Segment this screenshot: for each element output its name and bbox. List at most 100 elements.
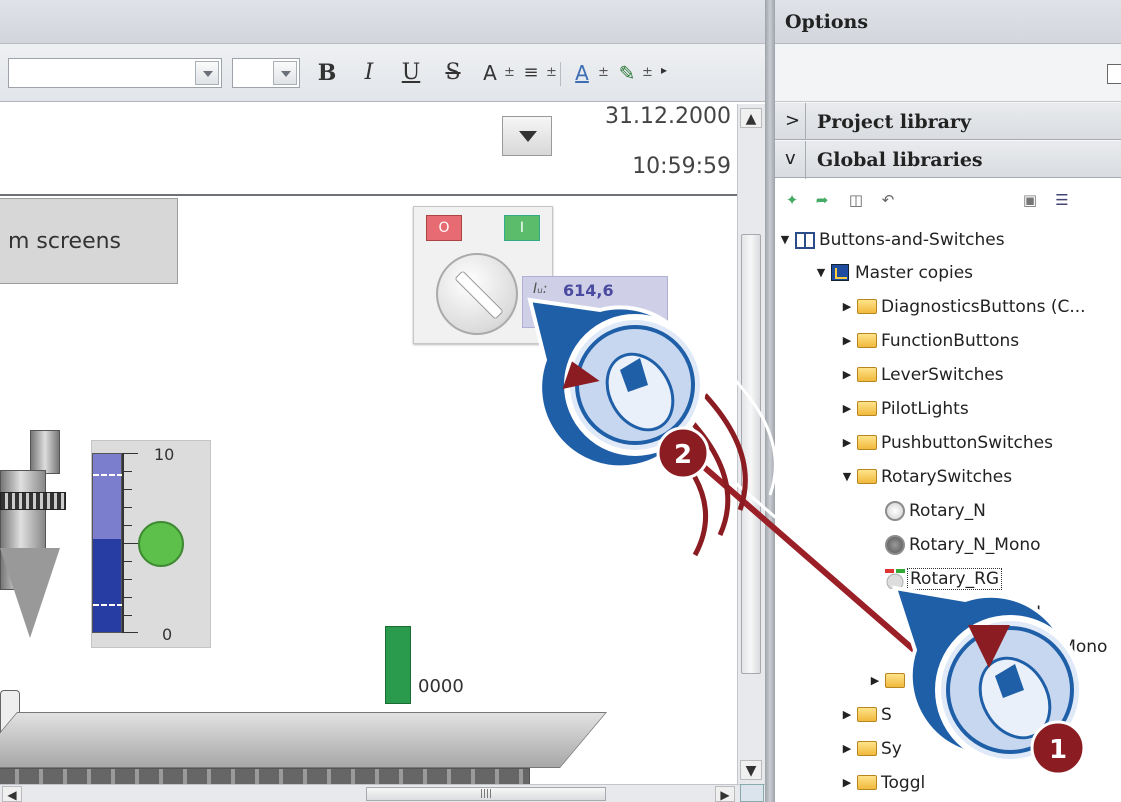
expand-right-icon[interactable]: ▶	[839, 359, 855, 391]
time-display: 10:59:59	[632, 154, 731, 179]
details-view-icon[interactable]: ☰	[1051, 190, 1073, 210]
folder-icon	[885, 672, 905, 688]
tree-node-root[interactable]: ▼ Buttons-and-Switches	[777, 224, 1005, 256]
screen-dropdown-button[interactable]	[502, 116, 552, 156]
expand-right-icon[interactable]: ▶	[839, 733, 855, 765]
io-field[interactable]: Iᵤ: 614,6	[522, 276, 668, 328]
system-screens-button[interactable]: m screens	[0, 198, 178, 284]
tree-item-rotary-n-mono[interactable]: Rotary_N_Mono	[885, 529, 1041, 561]
align-icon[interactable]: ≡	[516, 58, 546, 88]
library-tree: ▼ Buttons-and-Switches ▼ Master copies ▶ Di…	[775, 224, 1121, 802]
font-color-button[interactable]: A	[568, 58, 596, 88]
tree-node-folder[interactable]: ▶	[867, 665, 909, 697]
folder-icon	[857, 434, 877, 450]
horizontal-scrollbar[interactable]: ◀ |||| ▶	[0, 784, 765, 802]
expand-down-icon[interactable]: ▼	[839, 461, 855, 493]
tank-band	[0, 492, 66, 510]
fill-color-icon[interactable]: ✎	[612, 58, 642, 88]
gauge-tick	[122, 615, 132, 616]
strikethrough-button[interactable]: S	[438, 58, 468, 88]
bold-button[interactable]: B	[312, 58, 342, 88]
scroll-right-icon[interactable]: ▶	[715, 786, 735, 802]
chevron-down-icon[interactable]	[273, 61, 297, 85]
level-bar	[385, 626, 411, 704]
scroll-up-icon[interactable]: ▲	[740, 108, 762, 128]
open-library-icon[interactable]: ➦	[811, 190, 833, 210]
tree-node-folder[interactable]: ▶ LeverSwitches	[839, 359, 1004, 391]
tree-node-folder[interactable]: ▶ Sy	[839, 733, 902, 765]
plus-minus-icon: ±	[598, 65, 609, 80]
scroll-thumb[interactable]	[741, 234, 761, 674]
tree-node-label: RotarySwitches	[881, 467, 1013, 487]
zoom-corner-button[interactable]	[740, 784, 764, 802]
tree-item-partial[interactable]: ...GN	[999, 597, 1041, 629]
tree-node-master-copies[interactable]: ▼ Master copies	[813, 257, 973, 289]
expand-right-icon[interactable]: ▶	[867, 665, 883, 697]
tree-node-label: PilotLights	[881, 399, 969, 419]
tree-item-rotary-n[interactable]: Rotary_N	[885, 495, 986, 527]
expand-right-icon[interactable]: ▶	[839, 699, 855, 731]
grow-font-button[interactable]: A	[476, 58, 504, 88]
chevron-down-icon[interactable]: v	[785, 141, 796, 177]
expand-right-icon[interactable]: ▶	[839, 427, 855, 459]
scroll-thumb[interactable]: ||||	[366, 787, 606, 801]
vertical-scrollbar[interactable]: ▲ ▼	[737, 104, 765, 784]
project-library-header[interactable]: > Project library	[775, 102, 1121, 141]
pane-splitter[interactable]	[765, 0, 775, 802]
tree-node-folder[interactable]: ▶ Toggl	[839, 767, 925, 799]
scroll-left-icon[interactable]: ◀	[2, 786, 22, 802]
rotary-knob[interactable]	[436, 253, 518, 335]
gauge-tick	[122, 471, 132, 472]
expand-down-icon[interactable]: ▼	[777, 224, 793, 256]
folder-icon	[857, 774, 877, 790]
library-book-icon	[795, 231, 815, 249]
tree-node-folder[interactable]: ▶ DiagnosticsButtons (C...	[839, 291, 1086, 323]
gauge-tick	[122, 632, 138, 633]
gauge-fill	[93, 539, 121, 632]
global-libraries-header[interactable]: v Global libraries	[775, 140, 1121, 179]
tree-node-folder[interactable]: ▶ FunctionButtons	[839, 325, 1019, 357]
tree-node-label: Rotary_N	[909, 501, 986, 521]
gauge-tick	[122, 561, 132, 562]
tree-node-label: S	[881, 705, 892, 725]
expand-right-icon[interactable]: ▶	[839, 767, 855, 799]
underline-button[interactable]: U	[396, 58, 426, 88]
tree-node-label: Sy	[881, 739, 902, 759]
new-folder-icon[interactable]: ▣	[1019, 190, 1041, 210]
library-view-icon[interactable]	[1107, 64, 1121, 84]
tree-node-label: DiagnosticsButtons (C...	[881, 297, 1086, 317]
expand-right-icon[interactable]: ▶	[839, 325, 855, 357]
font-size-combo[interactable]	[232, 58, 300, 88]
italic-button[interactable]: I	[354, 58, 384, 88]
rotary-switch-mono-icon	[885, 535, 905, 555]
expand-right-icon[interactable]: ▶	[839, 393, 855, 425]
tree-node-label: FunctionButtons	[881, 331, 1020, 351]
status-led	[138, 521, 184, 567]
expand-down-icon[interactable]: ▼	[813, 257, 829, 289]
font-family-combo[interactable]	[8, 58, 222, 88]
on-indicator: I	[504, 215, 540, 241]
expand-right-icon[interactable]: ▶	[839, 291, 855, 323]
scroll-down-icon[interactable]: ▼	[740, 760, 762, 780]
tree-node-folder[interactable]: ▶ PilotLights	[839, 393, 969, 425]
tank-motor	[30, 430, 60, 474]
tree-node-label: Toggl	[881, 773, 926, 793]
close-library-icon[interactable]: ↶	[877, 190, 899, 210]
gauge-tick	[122, 489, 132, 490]
screen-editor: B I U S A ± ≡ ± A ± ✎ ± ▸ 31.12.2000 10:…	[0, 0, 765, 802]
tree-node-folder[interactable]: ▶ S	[839, 699, 892, 731]
chevron-right-icon[interactable]: >	[785, 103, 800, 139]
chevron-down-icon[interactable]	[195, 61, 219, 85]
new-library-icon[interactable]: ✦	[781, 190, 803, 210]
off-label: O	[438, 220, 450, 236]
pane-toolbar	[775, 44, 1121, 102]
toolbar-overflow-icon[interactable]: ▸	[656, 58, 672, 88]
tree-node-label: ...Mono	[1045, 637, 1108, 657]
tree-item-rotary-rg[interactable]: Rotary_RG	[885, 563, 1003, 595]
save-library-icon[interactable]: ◫	[845, 190, 867, 210]
gauge-tick	[122, 579, 132, 580]
tree-item-partial[interactable]: ...Mono	[1045, 631, 1107, 663]
tree-node-rotary-switches[interactable]: ▼ RotarySwitches	[839, 461, 1012, 493]
folder-icon	[857, 740, 877, 756]
tree-node-folder[interactable]: ▶ PushbuttonSwitches	[839, 427, 1053, 459]
